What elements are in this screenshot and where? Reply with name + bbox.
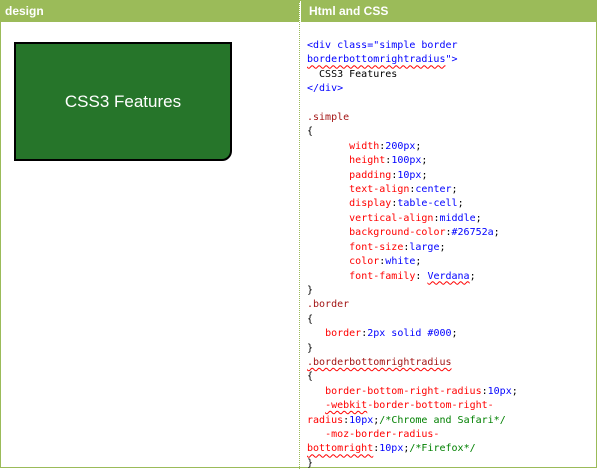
- css-property: -border-bottom-right-: [367, 400, 494, 412]
- brace: {: [307, 313, 314, 325]
- css-value: 10px: [349, 414, 374, 426]
- css3-features-demo-box: CSS3 Features: [14, 42, 232, 161]
- css-property: padding: [349, 169, 392, 181]
- css-property: width: [349, 140, 380, 152]
- css-value: 100px: [391, 155, 422, 167]
- code-line: borderbottomrightradius: [307, 54, 446, 66]
- selector-border: .border: [307, 299, 350, 311]
- css-property: text-align: [349, 184, 410, 196]
- css-property: -webkit: [325, 400, 368, 412]
- column-divider: [299, 1, 300, 469]
- css-property: font-size: [349, 241, 404, 253]
- selector-simple: .simple: [307, 112, 350, 124]
- css-value: table-cell: [397, 198, 458, 210]
- code-listing: <div class="simple border borderbottomri…: [307, 40, 518, 469]
- css-property: -moz-border-radius-: [325, 428, 440, 440]
- code-comment: /*Firefox*/: [409, 443, 476, 455]
- css-value: center: [415, 184, 452, 196]
- css-property: vertical-align: [349, 212, 434, 224]
- brace: {: [307, 126, 314, 138]
- brace: }: [307, 342, 314, 354]
- css-property: display: [349, 198, 392, 210]
- brace: }: [307, 457, 314, 469]
- code-comment: /*Chrome and Safari*/: [379, 414, 506, 426]
- brace: }: [307, 284, 314, 296]
- css-property: bottomright: [307, 443, 374, 455]
- css-value: large: [409, 241, 440, 253]
- css-property: border: [325, 328, 362, 340]
- css-value: 10px: [379, 443, 404, 455]
- css-value: white: [385, 256, 416, 268]
- css-property: height: [349, 155, 386, 167]
- code-line: <div class="simple border: [307, 40, 458, 51]
- css-value: middle: [439, 212, 476, 224]
- css-property: font-family: [349, 270, 416, 282]
- css-value: 10px: [397, 169, 422, 181]
- code-line: </div>: [307, 83, 344, 95]
- css-property: background-color: [349, 227, 446, 239]
- code-line: ">: [445, 54, 458, 66]
- css-property: border-bottom-right-radius: [325, 385, 482, 397]
- code-line: CSS3 Features: [307, 68, 398, 80]
- css-value: 200px: [385, 140, 416, 152]
- css-property: radius: [307, 414, 344, 426]
- css-value: 10px: [487, 385, 512, 397]
- header-html-css: Html and CSS: [301, 1, 597, 22]
- css-value: Verdana: [427, 270, 470, 282]
- header-design: design: [1, 1, 299, 22]
- demo-box-text: CSS3 Features: [64, 91, 182, 111]
- css-value: 2px solid #000: [367, 328, 452, 340]
- brace: {: [307, 371, 314, 383]
- css-value: #26752a: [451, 227, 494, 239]
- selector-borderbottomrightradius: .borderbottomrightradius: [307, 356, 452, 368]
- css-property: color: [349, 256, 380, 268]
